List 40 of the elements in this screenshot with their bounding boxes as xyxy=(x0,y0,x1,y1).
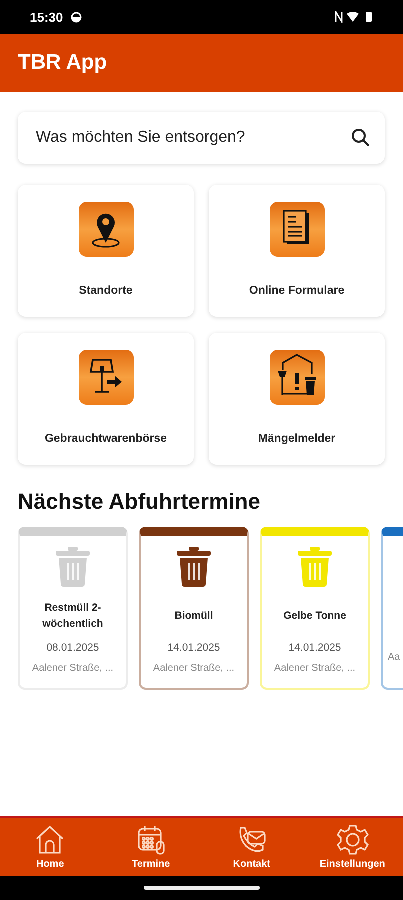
nav-item[interactable]: Kontakt xyxy=(202,818,302,876)
pickup-date: 08.01.2025 xyxy=(46,642,100,654)
pickup-address: Aalener Straße, ... xyxy=(153,663,235,674)
menu-tile[interactable]: Standorte xyxy=(18,185,194,317)
tile-label: Gebrauchtwarenbörse xyxy=(44,433,168,445)
tile-label: Standorte xyxy=(79,285,133,297)
pickup-address: Aa xyxy=(388,652,400,663)
nav-item[interactable]: Einstellungen xyxy=(302,818,403,876)
menu-tile[interactable]: Gebrauchtwarenbörse xyxy=(18,333,194,465)
location-pin-icon xyxy=(78,202,134,257)
tile-label: Online Formulare xyxy=(249,285,345,297)
document-icon xyxy=(270,202,324,257)
pickup-card[interactable]: Aa xyxy=(381,527,403,690)
section-title: Nächste Abfuhrtermine xyxy=(18,489,262,515)
waste-type: Restmüll 2-wöchentlich xyxy=(42,601,104,632)
pickup-address: Aalener Straße, ... xyxy=(32,663,114,674)
pickup-card[interactable]: Restmüll 2-wöchentlich 08.01.2025 Aalener Straße, ... xyxy=(18,527,128,690)
search-icon xyxy=(351,128,371,148)
trash-can-icon xyxy=(175,546,213,588)
settings-icon xyxy=(336,824,370,856)
pickup-date: 14.01.2025 xyxy=(288,642,342,654)
notification-icon xyxy=(71,12,82,22)
status-icons xyxy=(335,11,375,23)
nav-item[interactable]: Termine xyxy=(100,818,202,876)
warning-house-icon xyxy=(270,350,324,405)
waste-type: Biomüll xyxy=(174,609,214,624)
pickup-card[interactable]: Gelbe Tonne 14.01.2025 Aalener Straße, ... xyxy=(260,527,370,690)
pickup-address: Aalener Straße, ... xyxy=(274,663,356,674)
status-time: 15:30 xyxy=(30,10,64,24)
nav-item[interactable]: Home xyxy=(0,818,101,876)
pickup-date: 14.01.2025 xyxy=(168,642,220,654)
waste-type: Gelbe Tonne xyxy=(284,609,346,624)
menu-tile[interactable]: Online Formulare xyxy=(209,185,385,317)
trash-can-icon xyxy=(54,546,92,588)
menu-tile[interactable]: Mängelmelder xyxy=(209,333,385,465)
tile-label: Mängelmelder xyxy=(258,433,336,445)
trash-can-icon xyxy=(296,546,334,588)
pickup-card[interactable]: Biomüll 14.01.2025 Aalener Straße, ... xyxy=(139,527,249,690)
app-title: TBR App xyxy=(18,51,108,75)
search-field[interactable]: Was möchten Sie entsorgen? xyxy=(34,128,351,148)
